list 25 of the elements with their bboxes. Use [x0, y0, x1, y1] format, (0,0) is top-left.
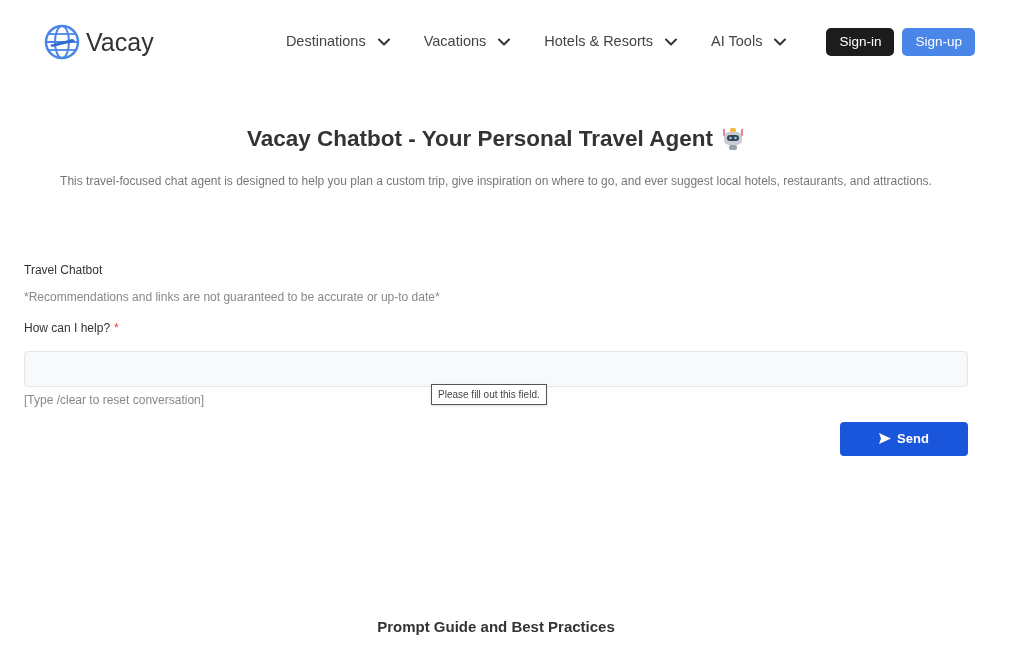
- page-description: This travel-focused chat agent is designed to help you plan a custom trip, give inspiration on where to go, and ever suggest local hotels, restaurants, and attractions.: [60, 172, 932, 190]
- chevron-down-icon: [377, 38, 390, 46]
- field-hint: [Type /clear to reset conversation]: [24, 391, 205, 408]
- globe-airplane-logo-icon: [44, 24, 80, 60]
- nav-dropdown[interactable]: Vacations: [423, 31, 511, 53]
- nav-dropdown[interactable]: Destinations: [285, 31, 390, 53]
- nav-dropdown[interactable]: Hotels & Resorts: [544, 31, 678, 53]
- form-heading: Travel Chatbot: [24, 261, 103, 278]
- chevron-down-icon: [774, 38, 787, 46]
- disclaimer-text: *Recommendations and links are not guaranteed to be accurate or up-to date*: [24, 288, 440, 305]
- chevron-down-icon: [498, 38, 511, 46]
- send-button[interactable]: Send: [840, 421, 968, 456]
- message-input[interactable]: [24, 350, 968, 387]
- robot-icon: [721, 126, 745, 151]
- chevron-down-icon: [665, 38, 678, 46]
- sign-up-button[interactable]: Sign-up: [902, 28, 975, 56]
- section-heading: Prompt Guide and Best Practices: [377, 616, 615, 637]
- required-asterisk: *: [114, 319, 119, 336]
- logo-wordmark[interactable]: Vacay: [86, 29, 154, 55]
- send-icon: [879, 433, 892, 445]
- page-title: Vacay Chatbot - Your Personal Travel Agent: [247, 125, 713, 153]
- validation-tooltip: Please fill out this field.: [431, 383, 547, 405]
- sign-in-button[interactable]: Sign-in: [826, 28, 895, 56]
- nav-dropdown[interactable]: AI Tools: [711, 31, 787, 53]
- field-label: How can I help?: [24, 319, 111, 336]
